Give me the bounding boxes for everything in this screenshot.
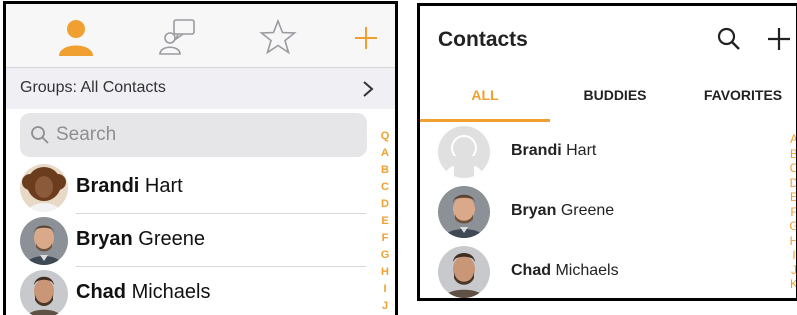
android-contact-list: Brandi Hart Bryan Greene Chad Michaels	[420, 122, 796, 298]
contact-row[interactable]: Chad Michaels	[6, 267, 366, 315]
tab-buddies[interactable]: BUDDIES	[550, 72, 680, 122]
index-letter[interactable]: D	[378, 196, 392, 213]
ios-contacts-screen: Groups: All Contacts Search Brandi Hart …	[3, 1, 398, 315]
contact-name: Bryan Greene	[511, 202, 615, 219]
index-letter[interactable]: D	[788, 176, 796, 191]
index-letter[interactable]: F	[788, 205, 796, 220]
index-letter[interactable]: J	[788, 263, 796, 278]
index-letter[interactable]: C	[788, 161, 796, 176]
search-placeholder: Search	[56, 124, 117, 145]
index-letter[interactable]: G	[378, 247, 392, 264]
index-letter[interactable]: G	[788, 219, 796, 234]
index-letter[interactable]: C	[378, 179, 392, 196]
add-contact-plus-icon[interactable]	[344, 16, 388, 60]
avatar	[20, 217, 68, 265]
avatar-placeholder	[438, 126, 490, 178]
contact-row[interactable]: Chad Michaels	[420, 242, 780, 298]
contact-name: Chad Michaels	[76, 281, 211, 303]
ios-contact-list: Search Brandi Hart Bryan Greene Chad Mic…	[6, 109, 395, 315]
avatar	[20, 270, 68, 315]
avatar	[20, 164, 68, 212]
chevron-right-icon	[363, 81, 374, 97]
contact-name: Brandi Hart	[511, 142, 597, 159]
contact-row[interactable]: Bryan Greene	[420, 182, 780, 242]
search-icon	[31, 126, 49, 144]
avatar	[438, 246, 490, 298]
contact-row[interactable]: Brandi Hart	[420, 122, 780, 182]
index-letter[interactable]: B	[378, 162, 392, 179]
search-icon[interactable]	[716, 26, 742, 52]
index-letter[interactable]: I	[378, 281, 392, 298]
index-letter[interactable]: F	[378, 230, 392, 247]
index-letter[interactable]: B	[788, 147, 796, 162]
alphabet-index[interactable]: Q A B C D E F G H I J	[378, 128, 392, 315]
index-letter[interactable]: H	[378, 264, 392, 281]
contact-name: Bryan Greene	[76, 228, 205, 250]
android-contacts-screen: Contacts ALL BUDDIES FAVORITES Brandi Ha…	[417, 3, 797, 301]
index-letter[interactable]: I	[788, 248, 796, 263]
index-letter[interactable]: E	[378, 213, 392, 230]
groups-label: Groups: All Contacts	[20, 79, 166, 96]
index-letter[interactable]: H	[788, 234, 796, 249]
chat-icon[interactable]	[156, 16, 200, 60]
contact-name: Brandi Hart	[76, 175, 183, 197]
index-search-letter[interactable]: Q	[378, 128, 392, 145]
contacts-tab-person-icon[interactable]	[54, 16, 98, 60]
index-letter[interactable]: A	[378, 145, 392, 162]
tab-favorites[interactable]: FAVORITES	[680, 72, 796, 122]
index-letter[interactable]: K	[788, 277, 796, 292]
tab-all[interactable]: ALL	[420, 72, 550, 122]
ios-top-tab-bar	[6, 4, 395, 68]
index-letter[interactable]: J	[378, 298, 392, 315]
page-title: Contacts	[438, 28, 528, 51]
alphabet-index[interactable]: A B C D E F G H I J K	[788, 132, 796, 292]
groups-selector[interactable]: Groups: All Contacts	[6, 69, 395, 109]
search-field[interactable]: Search	[20, 113, 367, 157]
filter-tabs: ALL BUDDIES FAVORITES	[420, 72, 796, 122]
index-letter[interactable]: E	[788, 190, 796, 205]
contact-name: Chad Michaels	[511, 262, 619, 279]
add-icon[interactable]	[766, 26, 792, 52]
contact-row[interactable]: Bryan Greene	[6, 214, 366, 267]
index-letter[interactable]: A	[788, 132, 796, 147]
contact-row[interactable]: Brandi Hart	[6, 161, 366, 214]
avatar	[438, 186, 490, 238]
star-icon[interactable]	[256, 16, 300, 60]
